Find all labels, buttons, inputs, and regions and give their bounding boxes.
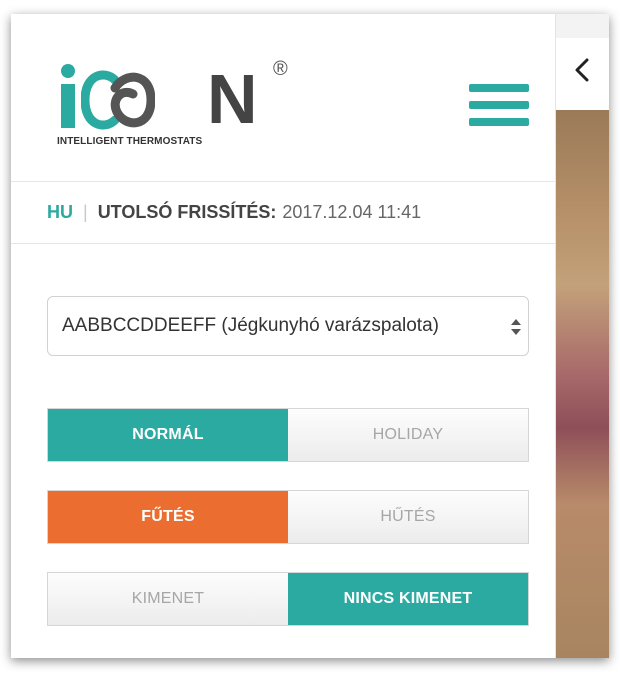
output-option-on[interactable]: KIMENET bbox=[48, 573, 288, 625]
heating-option[interactable]: FŰTÉS bbox=[48, 491, 288, 543]
logo-infinity-mark bbox=[81, 70, 155, 130]
hamburger-menu-icon[interactable] bbox=[469, 80, 529, 132]
output-toggle: KIMENET NINCS KIMENET bbox=[47, 572, 529, 626]
mode-option-holiday[interactable]: HOLIDAY bbox=[288, 409, 528, 461]
device-select-value: AABBCCDDEEFF (Jégkunyhó varázspalota) bbox=[62, 315, 439, 336]
brand-logo: N ® INTELLIGENT THERMOSTATS bbox=[55, 58, 315, 158]
side-menu-panel: N ® INTELLIGENT THERMOSTATS HU | UTOLSÓ … bbox=[11, 14, 556, 658]
last-update-label: UTOLSÓ FRISSÍTÉS: bbox=[97, 202, 277, 222]
logo-tagline: INTELLIGENT THERMOSTATS bbox=[57, 136, 203, 147]
separator: | bbox=[83, 202, 88, 222]
app-window: N ® INTELLIGENT THERMOSTATS HU | UTOLSÓ … bbox=[11, 14, 609, 658]
heat-cool-toggle: FŰTÉS HŰTÉS bbox=[47, 490, 529, 544]
header: N ® INTELLIGENT THERMOSTATS bbox=[11, 14, 556, 182]
device-select[interactable]: AABBCCDDEEFF (Jégkunyhó varázspalota) bbox=[47, 296, 529, 356]
registered-mark: ® bbox=[273, 58, 288, 80]
last-update-value: 2017.12.04 11:41 bbox=[282, 202, 422, 222]
select-arrows-icon bbox=[511, 319, 521, 335]
output-option-none[interactable]: NINCS KIMENET bbox=[288, 573, 528, 625]
close-menu-button[interactable] bbox=[556, 38, 609, 110]
cooling-option[interactable]: HŰTÉS bbox=[288, 491, 528, 543]
language-switch[interactable]: HU bbox=[47, 202, 73, 223]
status-row: HU | UTOLSÓ FRISSÍTÉS: 2017.12.04 11:41 bbox=[11, 182, 556, 244]
chevron-left-icon bbox=[575, 58, 589, 82]
mode-option-normal[interactable]: NORMÁL bbox=[48, 409, 288, 461]
background-photo bbox=[556, 110, 609, 658]
mode-toggle: NORMÁL HOLIDAY bbox=[47, 408, 529, 462]
logo-letter-n: N bbox=[207, 60, 258, 138]
